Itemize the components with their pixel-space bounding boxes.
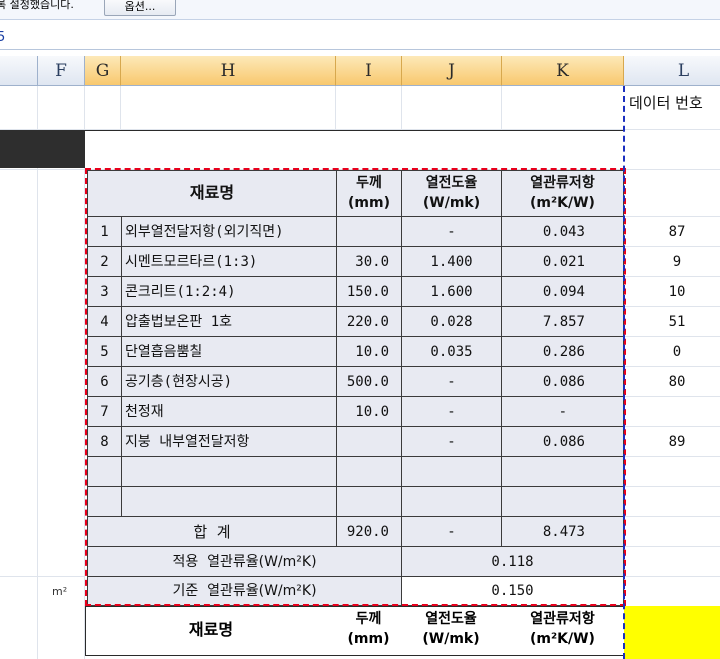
selection-border	[85, 168, 626, 606]
grid-line	[624, 516, 720, 517]
thickness-header-2-line2: (mm)	[347, 631, 390, 647]
resistance-header-2: 열관류저항 (m²K/W)	[501, 607, 624, 655]
message-text: 록 설정했습니다.	[0, 0, 74, 11]
second-table-header-bottom-line	[85, 655, 624, 656]
grid-line	[401, 86, 402, 130]
message-bar: 록 설정했습니다. 옵션...	[0, 0, 720, 20]
formula-bar-fragment: 5	[0, 30, 6, 45]
column-header-i[interactable]: I	[336, 56, 402, 86]
grid-line	[37, 86, 38, 659]
grid-line	[624, 486, 720, 487]
grid-line	[120, 86, 121, 130]
conductivity-header-2: 열전도율 (W/mk)	[401, 607, 502, 655]
grid-line	[501, 86, 502, 130]
data-number-value[interactable]: 10	[624, 276, 720, 307]
data-number-value[interactable]: 89	[624, 426, 720, 457]
grid-line	[0, 576, 85, 577]
column-header-k[interactable]: K	[502, 56, 624, 86]
formula-bar[interactable]	[0, 20, 720, 50]
data-number-value[interactable]: 51	[624, 306, 720, 337]
options-button[interactable]: 옵션...	[104, 0, 176, 16]
resistance-header-2-line2: (m²K/W)	[530, 631, 595, 647]
data-number-value[interactable]: 0	[624, 336, 720, 367]
column-header-f[interactable]: F	[38, 56, 85, 86]
dark-filled-cell	[0, 130, 85, 168]
data-number-value[interactable]	[624, 396, 720, 427]
column-header-h[interactable]: H	[121, 56, 336, 86]
data-number-value[interactable]: 87	[624, 216, 720, 247]
resistance-header-2-line1: 열관류저항	[530, 611, 595, 627]
column-header-g[interactable]: G	[85, 56, 121, 86]
blank-row-cell[interactable]	[85, 130, 624, 168]
column-header-j[interactable]: J	[402, 56, 502, 86]
grid-line	[624, 546, 720, 547]
column-header-partial[interactable]	[0, 56, 38, 86]
column-header-l[interactable]: L	[624, 56, 720, 86]
yellow-cell[interactable]	[624, 606, 720, 659]
data-number-header: 데이터 번호	[629, 94, 703, 112]
grid-line	[335, 86, 336, 130]
data-number-value[interactable]: 80	[624, 366, 720, 397]
page-break-line	[623, 86, 625, 659]
grid-line	[624, 576, 720, 577]
thickness-header-2-line1: 두께	[355, 611, 382, 627]
data-number-value[interactable]: 9	[624, 246, 720, 277]
conductivity-header-2-line1: 열전도율	[425, 611, 477, 627]
conductivity-header-2-line2: (W/mk)	[422, 631, 480, 647]
unit-label: m²	[52, 585, 68, 598]
material-header-2: 재료명	[85, 607, 337, 655]
thickness-header-2: 두께 (mm)	[336, 607, 402, 655]
